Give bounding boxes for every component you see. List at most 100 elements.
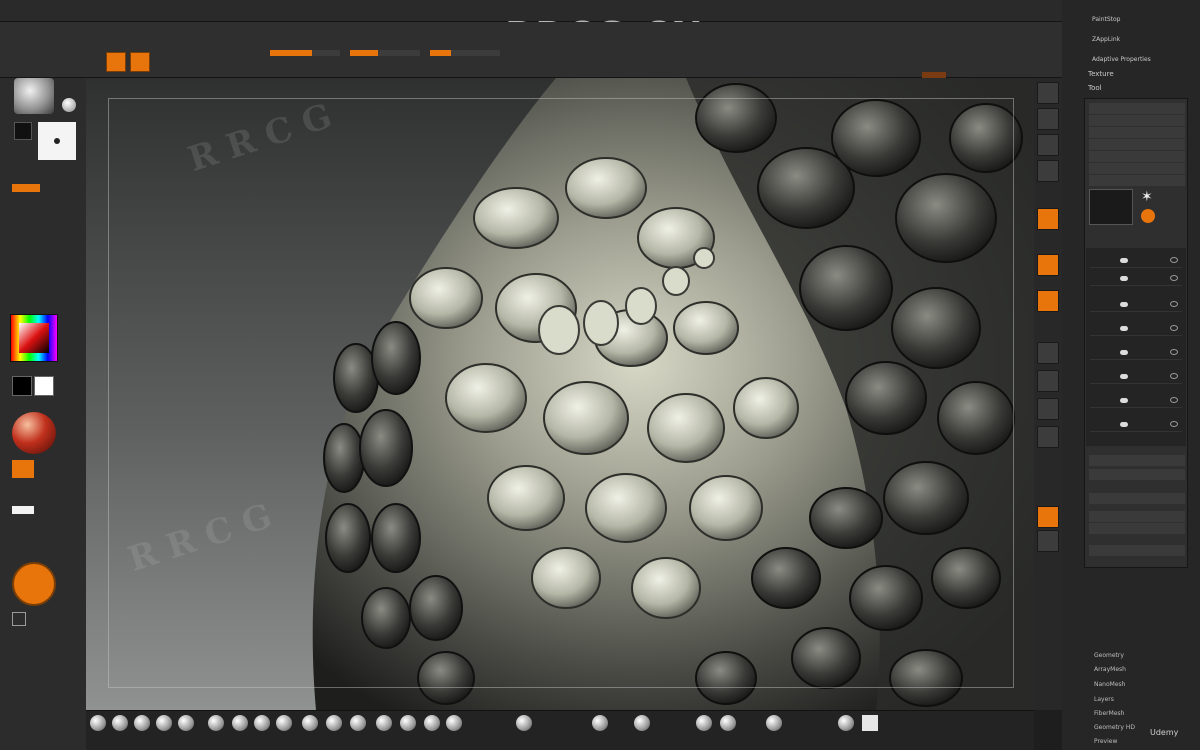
white-toggle[interactable] xyxy=(12,506,34,514)
draw-button[interactable] xyxy=(130,52,150,72)
brush-icon[interactable] xyxy=(178,715,194,731)
stroke-icon[interactable] xyxy=(62,98,76,112)
actual-button[interactable] xyxy=(1037,160,1059,182)
tool-button[interactable] xyxy=(1089,163,1185,174)
brush-icon[interactable] xyxy=(376,715,392,731)
eye-icon[interactable] xyxy=(1170,275,1178,281)
tool-button[interactable] xyxy=(1089,523,1185,534)
zoom-button[interactable] xyxy=(1037,134,1059,156)
tool-button[interactable] xyxy=(1089,455,1185,466)
focal-shift-slider[interactable] xyxy=(270,50,340,56)
polyf-button[interactable] xyxy=(1037,506,1059,528)
toggle-icon[interactable] xyxy=(1120,302,1128,307)
frame-button[interactable] xyxy=(1037,342,1059,364)
rgb-toggle-button[interactable] xyxy=(12,460,34,478)
floor-button[interactable] xyxy=(1037,254,1059,276)
bpr-button[interactable] xyxy=(1037,82,1059,104)
toggle-icon[interactable] xyxy=(1120,422,1128,427)
texture-thumbnail[interactable] xyxy=(14,122,32,140)
brush-icon[interactable] xyxy=(720,715,736,731)
geometry-hd-menu-item[interactable]: Geometry HD xyxy=(1094,724,1135,731)
list-item[interactable] xyxy=(1090,346,1182,360)
toggle-icon[interactable] xyxy=(1120,276,1128,281)
simple-brush-icon[interactable] xyxy=(1141,209,1155,223)
list-item[interactable] xyxy=(1090,254,1182,268)
brush-icon[interactable] xyxy=(424,715,440,731)
canvas-viewport[interactable]: R R C G R R C G xyxy=(86,78,1034,710)
list-item[interactable] xyxy=(1090,418,1182,432)
paintstop-item[interactable]: PaintStop xyxy=(1092,16,1121,23)
list-item[interactable] xyxy=(1090,298,1182,312)
local-button[interactable] xyxy=(1037,290,1059,312)
fibermesh-menu-item[interactable]: FiberMesh xyxy=(1094,710,1124,717)
nanomesh-menu-item[interactable]: NanoMesh xyxy=(1094,681,1125,688)
brush-icon[interactable] xyxy=(446,715,462,731)
lightbox-dial-icon[interactable] xyxy=(12,562,56,606)
z-intensity-slider[interactable] xyxy=(430,50,500,56)
list-item[interactable] xyxy=(1090,394,1182,408)
brush-icon[interactable] xyxy=(112,715,128,731)
eye-icon[interactable] xyxy=(1170,349,1178,355)
layers-menu-item[interactable]: Layers xyxy=(1094,696,1114,703)
brush-icon[interactable] xyxy=(134,715,150,731)
tool-button[interactable] xyxy=(1089,493,1185,504)
brush-icon[interactable] xyxy=(838,715,854,731)
menu-item[interactable] xyxy=(12,7,14,15)
texture-menu-label[interactable]: Texture xyxy=(1088,70,1114,78)
tool-button[interactable] xyxy=(1089,151,1185,162)
list-item[interactable] xyxy=(1090,370,1182,384)
scale-button[interactable] xyxy=(1037,398,1059,420)
tool-button[interactable] xyxy=(1089,127,1185,138)
tool-thumbnail[interactable] xyxy=(1089,189,1133,225)
brush-icon[interactable] xyxy=(276,715,292,731)
brush-icon[interactable] xyxy=(14,78,54,114)
secondary-color-swatch[interactable] xyxy=(34,376,54,396)
brush-icon[interactable] xyxy=(766,715,782,731)
star-tool-icon[interactable]: ✶ xyxy=(1141,189,1161,205)
tool-button[interactable] xyxy=(1089,139,1185,150)
zapplink-item[interactable]: ZAppLink xyxy=(1092,36,1120,43)
tool-button[interactable] xyxy=(1089,511,1185,522)
quick-sketch-icon[interactable] xyxy=(12,612,26,626)
brush-icon[interactable] xyxy=(350,715,366,731)
brush-icon[interactable] xyxy=(156,715,172,731)
tool-button[interactable] xyxy=(1089,545,1185,556)
brush-icon[interactable] xyxy=(302,715,318,731)
brush-icon[interactable] xyxy=(400,715,416,731)
draw-mode-button[interactable] xyxy=(12,184,40,192)
preview-menu-item[interactable]: Preview xyxy=(1094,738,1117,745)
list-item[interactable] xyxy=(1090,272,1182,286)
brush-icon[interactable] xyxy=(208,715,224,731)
scroll-button[interactable] xyxy=(1037,108,1059,130)
main-color-swatch[interactable] xyxy=(12,376,32,396)
edit-button[interactable] xyxy=(106,52,126,72)
color-picker[interactable] xyxy=(10,314,58,362)
toggle-icon[interactable] xyxy=(1120,326,1128,331)
material-sphere-icon[interactable] xyxy=(12,412,56,454)
brush-icon[interactable] xyxy=(90,715,106,731)
alpha-thumbnail[interactable] xyxy=(38,122,76,160)
toggle-icon[interactable] xyxy=(1120,258,1128,263)
brush-icon[interactable] xyxy=(516,715,532,731)
brush-icon[interactable] xyxy=(634,715,650,731)
tool-menu-label[interactable]: Tool xyxy=(1088,84,1102,92)
list-item[interactable] xyxy=(1090,322,1182,336)
arraymesh-menu-item[interactable]: ArrayMesh xyxy=(1094,666,1126,673)
eye-icon[interactable] xyxy=(1170,257,1178,263)
eye-icon[interactable] xyxy=(1170,301,1178,307)
brush-icon[interactable] xyxy=(326,715,342,731)
toggle-icon[interactable] xyxy=(1120,398,1128,403)
eye-icon[interactable] xyxy=(1170,373,1178,379)
geometry-menu-item[interactable]: Geometry xyxy=(1094,652,1124,659)
tool-button[interactable] xyxy=(1089,103,1185,114)
eye-icon[interactable] xyxy=(1170,397,1178,403)
tool-button[interactable] xyxy=(1089,175,1185,186)
brush-icon[interactable] xyxy=(232,715,248,731)
persp-button[interactable] xyxy=(1037,208,1059,230)
rotate-button[interactable] xyxy=(1037,426,1059,448)
tool-button[interactable] xyxy=(1089,469,1185,480)
brush-icon[interactable] xyxy=(254,715,270,731)
brush-icon[interactable] xyxy=(696,715,712,731)
toggle-icon[interactable] xyxy=(1120,350,1128,355)
tool-button[interactable] xyxy=(1089,115,1185,126)
